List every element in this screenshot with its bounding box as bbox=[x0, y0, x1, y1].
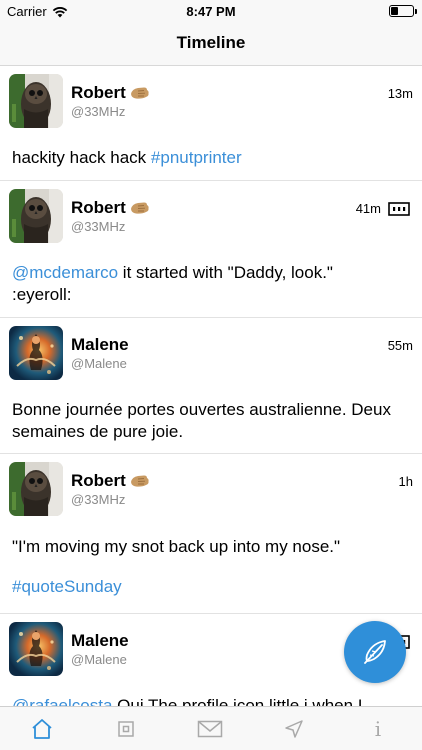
post-body-line2: semaines de pure joie. bbox=[12, 422, 184, 441]
mail-icon bbox=[197, 720, 223, 738]
tab-home[interactable] bbox=[0, 707, 84, 750]
tab-bar: i bbox=[0, 706, 422, 750]
post-body: Bonne journée portes ouvertes australien… bbox=[12, 400, 391, 419]
author-name: Malene bbox=[71, 335, 129, 354]
timeline-post[interactable]: Robert @33MHz 41m @mcdemarco it started … bbox=[0, 181, 422, 318]
post-text: @mcdemarco it started with "Daddy, look.… bbox=[12, 262, 412, 306]
post-body-line2: :eyeroll: bbox=[12, 285, 72, 304]
post-author[interactable]: Robert bbox=[71, 471, 150, 491]
post-author[interactable]: Robert bbox=[71, 83, 150, 103]
post-text: "I'm moving my snot back up into my nose… bbox=[12, 536, 412, 558]
post-body: it started with "Daddy, look." bbox=[118, 263, 333, 282]
timeline[interactable]: Robert @33MHz 13m hackity hack hack #pnu… bbox=[0, 66, 422, 706]
post-hashtag-line: #quoteSunday bbox=[12, 576, 412, 598]
author-handle: @33MHz bbox=[71, 219, 126, 234]
post-text: @rafaelcosta Oui The profile icon little… bbox=[12, 695, 412, 706]
square-icon bbox=[118, 721, 134, 737]
mention-link[interactable]: @mcdemarco bbox=[12, 263, 118, 282]
post-author[interactable]: Robert bbox=[71, 198, 150, 218]
owl-avatar[interactable] bbox=[9, 462, 63, 516]
feather-icon bbox=[364, 640, 386, 664]
battery-icon bbox=[389, 5, 417, 17]
author-name: Robert bbox=[71, 198, 126, 217]
post-time: 55m bbox=[387, 338, 413, 353]
page-title: Timeline bbox=[176, 33, 246, 52]
hand-emoji-icon bbox=[130, 474, 150, 488]
post-body: Oui The profile icon little i when I bbox=[112, 696, 363, 706]
thread-icon[interactable] bbox=[388, 202, 410, 216]
timeline-post[interactable]: Robert @33MHz 1h "I'm moving my snot bac… bbox=[0, 454, 422, 614]
fire-figure-avatar[interactable] bbox=[9, 622, 63, 676]
owl-avatar[interactable] bbox=[9, 74, 63, 128]
post-time: 1h bbox=[398, 474, 413, 489]
hashtag-link[interactable]: #quoteSunday bbox=[12, 577, 122, 596]
post-body: "I'm moving my snot back up into my nose… bbox=[12, 537, 341, 556]
owl-avatar[interactable] bbox=[9, 189, 63, 243]
info-icon: i bbox=[374, 717, 382, 741]
navigation-bar: Timeline bbox=[0, 22, 422, 66]
author-handle: @Malene bbox=[71, 356, 127, 371]
post-author[interactable]: Malene bbox=[71, 335, 129, 355]
tab-info[interactable]: i bbox=[336, 707, 420, 750]
clock: 8:47 PM bbox=[186, 4, 236, 19]
post-time: 13m bbox=[387, 86, 413, 101]
status-bar: Carrier 8:47 PM bbox=[0, 0, 422, 22]
post-time: 41m bbox=[355, 201, 381, 216]
hand-emoji-icon bbox=[130, 201, 150, 215]
author-name: Robert bbox=[71, 83, 126, 102]
author-name: Robert bbox=[71, 471, 126, 490]
tab-navigation[interactable] bbox=[252, 707, 336, 750]
home-icon bbox=[32, 719, 52, 739]
timeline-post[interactable]: Malene @Malene 55m Bonne journée portes … bbox=[0, 318, 422, 454]
timeline-post[interactable]: Robert @33MHz 13m hackity hack hack #pnu… bbox=[0, 66, 422, 181]
author-handle: @33MHz bbox=[71, 104, 126, 119]
hashtag-link[interactable]: #pnutprinter bbox=[151, 148, 242, 167]
author-handle: @33MHz bbox=[71, 492, 126, 507]
compose-button[interactable] bbox=[344, 621, 406, 683]
navigation-arrow-icon bbox=[285, 720, 303, 738]
fire-figure-avatar[interactable] bbox=[9, 326, 63, 380]
post-text: hackity hack hack #pnutprinter bbox=[12, 147, 412, 169]
author-handle: @Malene bbox=[71, 652, 127, 667]
mention-link[interactable]: @rafaelcosta bbox=[12, 696, 112, 706]
hand-emoji-icon bbox=[130, 86, 150, 100]
tab-mail[interactable] bbox=[168, 707, 252, 750]
post-text: Bonne journée portes ouvertes australien… bbox=[12, 399, 412, 443]
author-name: Malene bbox=[71, 631, 129, 650]
battery-level bbox=[391, 7, 398, 15]
post-body: hackity hack hack bbox=[12, 148, 151, 167]
tab-square[interactable] bbox=[84, 707, 168, 750]
post-author[interactable]: Malene bbox=[71, 631, 129, 651]
